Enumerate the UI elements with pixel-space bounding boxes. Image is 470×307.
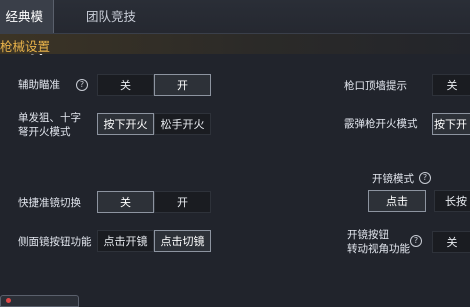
side-scope-label: 侧面镜按钮功能 xyxy=(18,236,92,248)
muzzle-hint-off-option[interactable]: 关 xyxy=(432,74,470,96)
notification-dot xyxy=(6,298,11,303)
shotgun-fire-label: 霰弹枪开火模式 xyxy=(344,118,418,130)
side-scope-selector: 点击开镜 点击切镜 xyxy=(97,230,211,252)
tab-team-deathmatch[interactable]: 团队竞技 xyxy=(76,0,146,33)
muzzle-hint-label: 枪口顶墙提示 xyxy=(344,80,407,92)
muzzle-hint-toggle: 关 xyxy=(432,74,470,96)
sniper-release-fire-option[interactable]: 松手开火 xyxy=(154,113,211,135)
scope-mode-selector: 点击 长按 xyxy=(368,190,470,212)
sniper-fire-mode-selector: 按下开火 松手开火 xyxy=(97,113,211,135)
sniper-press-fire-option[interactable]: 按下开火 xyxy=(97,113,154,135)
scope-turn-label-line2: 转动视角功能 xyxy=(347,243,410,255)
scope-hold-option[interactable]: 长按 xyxy=(434,190,470,212)
shotgun-press-fire-option[interactable]: 按下开 xyxy=(432,113,470,135)
quick-scope-label: 快捷准镜切换 xyxy=(18,197,81,209)
scope-turn-off-option[interactable]: 关 xyxy=(432,231,470,253)
aim-assist-off-option[interactable]: 关 xyxy=(97,74,154,96)
scope-tap-option[interactable]: 点击 xyxy=(368,190,426,212)
scope-turn-toggle: 关 xyxy=(432,231,470,253)
sniper-fire-label-line2: 弩开火模式 xyxy=(18,126,71,138)
quick-scope-off-option[interactable]: 关 xyxy=(97,191,154,213)
sniper-fire-label-line1: 单发狙、十字 xyxy=(18,112,81,124)
aim-assist-toggle: 关 开 xyxy=(97,74,211,96)
scope-mode-label: 开镜模式 xyxy=(372,173,414,185)
tab-classic-mode[interactable]: 经典模式 xyxy=(0,0,54,57)
shotgun-fire-mode-selector: 按下开 xyxy=(432,113,470,135)
side-scope-switch-option[interactable]: 点击切镜 xyxy=(154,230,211,252)
side-scope-open-option[interactable]: 点击开镜 xyxy=(97,230,154,252)
bottom-tab[interactable] xyxy=(0,295,79,307)
scope-turn-help-icon[interactable]: ? xyxy=(410,235,422,247)
scope-mode-help-icon[interactable]: ? xyxy=(419,172,431,184)
quick-scope-on-option[interactable]: 开 xyxy=(154,191,211,213)
section-header-bar xyxy=(0,34,470,54)
aim-assist-help-icon[interactable]: ? xyxy=(76,79,88,91)
mode-tab-bar: 经典模式 团队竞技 xyxy=(0,0,470,57)
scope-turn-label-line1: 开镜按钮 xyxy=(347,229,389,241)
quick-scope-toggle: 关 开 xyxy=(97,191,211,213)
aim-assist-label: 辅助瞄准 xyxy=(18,79,60,91)
section-title: 枪械设置 xyxy=(0,39,51,54)
aim-assist-on-option[interactable]: 开 xyxy=(154,74,211,96)
